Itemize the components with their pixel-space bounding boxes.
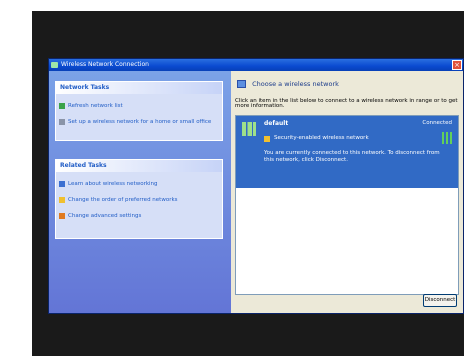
network-tasks-panel: Network Tasks Refresh network list Set u… [55, 81, 223, 141]
settings-icon [59, 213, 65, 219]
task-setup-wireless-network[interactable]: Set up a wireless network for a home or … [56, 118, 222, 126]
window-title: Wireless Network Connection [61, 61, 149, 68]
task-label: Learn about wireless networking [68, 181, 158, 187]
star-icon [59, 197, 65, 203]
related-tasks-header[interactable]: Related Tasks [56, 160, 222, 172]
instructions-text: Click an item in the list below to conne… [235, 98, 458, 109]
network-list-item[interactable]: default Connected Security-enabled wirel… [236, 116, 458, 188]
task-pane: Network Tasks Refresh network list Set u… [49, 71, 231, 313]
task-label: Refresh network list [68, 103, 123, 109]
close-button[interactable]: × [452, 60, 462, 70]
page-title: Choose a wireless network [252, 80, 339, 88]
disconnect-button[interactable]: Disconnect [423, 294, 457, 307]
setup-icon [59, 119, 65, 125]
network-description: You are currently connected to this netw… [264, 150, 440, 163]
task-refresh-network-list[interactable]: Refresh network list [56, 102, 222, 110]
page-title-row: Choose a wireless network [237, 77, 457, 91]
task-change-network-order[interactable]: Change the order of preferred networks [56, 196, 222, 204]
network-list-pane: Choose a wireless network Click an item … [231, 71, 463, 313]
title-bar[interactable]: Wireless Network Connection × [49, 59, 463, 71]
network-tasks-header[interactable]: Network Tasks [56, 82, 222, 94]
task-label: Change advanced settings [68, 213, 142, 219]
task-change-advanced-settings[interactable]: Change advanced settings [56, 212, 222, 220]
signal-strength-icon [442, 132, 452, 144]
network-name: default [264, 120, 289, 127]
connection-status: Connected [422, 120, 452, 126]
wireless-network-list[interactable]: default Connected Security-enabled wirel… [235, 115, 459, 295]
security-label: Security-enabled wireless network [274, 135, 369, 141]
antenna-icon [242, 122, 256, 136]
refresh-icon [59, 103, 65, 109]
wireless-network-icon [237, 80, 246, 88]
info-icon [59, 181, 65, 187]
task-label: Change the order of preferred networks [68, 197, 178, 203]
related-tasks-panel: Related Tasks Learn about wireless netwo… [55, 159, 223, 239]
network-icon [51, 62, 58, 68]
wireless-connection-window: Wireless Network Connection × Network Ta… [48, 58, 464, 314]
task-learn-wireless[interactable]: Learn about wireless networking [56, 180, 222, 188]
task-label: Set up a wireless network for a home or … [68, 119, 212, 125]
lock-icon [264, 136, 270, 142]
